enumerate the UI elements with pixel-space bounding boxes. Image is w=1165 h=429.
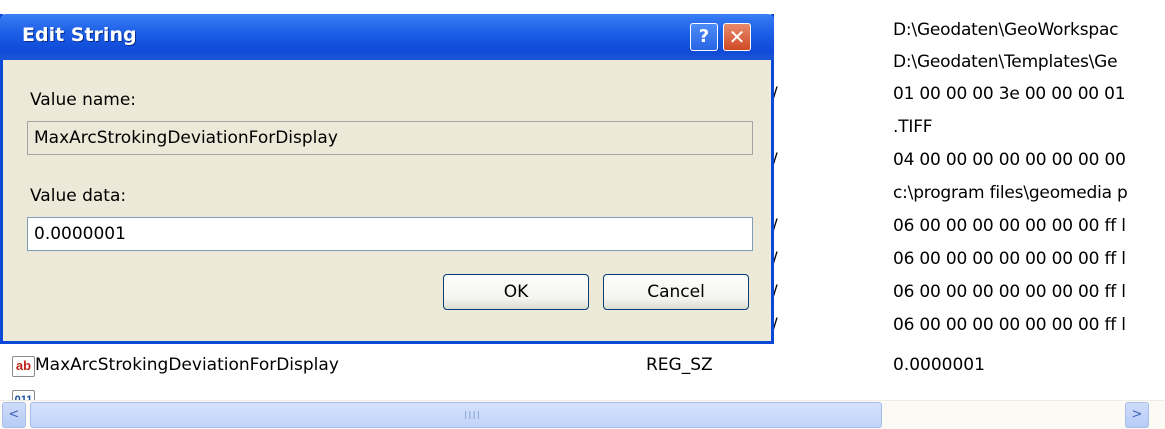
value-type-cell: REG_SZ [646, 355, 713, 375]
value-data-cell[interactable]: 04 00 00 00 00 00 00 00 00 [893, 150, 1126, 170]
value-data-cell[interactable]: 0.0000001 [893, 355, 985, 375]
value-data-cell[interactable]: 01 00 00 00 3e 00 00 00 01 [893, 84, 1126, 104]
dialog-titlebar[interactable]: Edit String ? ✕ [0, 14, 774, 60]
value-name-cell[interactable]: MaxArcStrokingDeviationForDisplay [35, 355, 339, 375]
table-row-partial[interactable]: 011 [0, 386, 1165, 400]
value-data-cell[interactable]: .TIFF [893, 117, 933, 137]
value-data-cell[interactable]: D:\Geodaten\GeoWorkspac [893, 20, 1119, 40]
binary-value-icon: 011 [12, 390, 35, 400]
value-data-input[interactable]: 0.0000001 [27, 217, 753, 251]
close-button[interactable]: ✕ [723, 23, 751, 51]
scrollbar-grip-icon: IIII [464, 409, 481, 422]
value-data-cell[interactable]: D:\Geodaten\Templates\Ge [893, 52, 1118, 72]
value-data-cell[interactable]: 06 00 00 00 00 00 00 00 ff l [893, 282, 1126, 302]
value-data-cell[interactable]: 06 00 00 00 00 00 00 00 ff l [893, 216, 1126, 236]
value-data-label: Value data: [30, 186, 127, 206]
help-button[interactable]: ? [690, 23, 718, 51]
value-name-label: Value name: [30, 90, 137, 110]
horizontal-scrollbar[interactable]: < IIII > [0, 400, 1165, 429]
string-value-icon: ab [12, 356, 35, 377]
table-row[interactable]: ab MaxArcStrokingDeviationForDisplay REG… [0, 352, 1165, 382]
dialog-title: Edit String [22, 24, 137, 46]
value-data-cell[interactable]: 06 00 00 00 00 00 00 00 ff l [893, 315, 1126, 335]
value-data-cell[interactable]: 06 00 00 00 00 00 00 00 ff l [893, 249, 1126, 269]
value-name-field: MaxArcStrokingDeviationForDisplay [27, 121, 753, 155]
edit-string-dialog: Edit String ? ✕ Value name: MaxArcStroki… [0, 14, 774, 344]
value-data-cell[interactable]: c:\program files\geomedia p [893, 183, 1128, 203]
scroll-left-button[interactable]: < [2, 402, 26, 428]
ok-button[interactable]: OK [443, 274, 589, 310]
cancel-button[interactable]: Cancel [603, 274, 749, 310]
scrollbar-thumb[interactable]: IIII [30, 402, 882, 428]
scroll-right-button[interactable]: > [1125, 402, 1149, 428]
